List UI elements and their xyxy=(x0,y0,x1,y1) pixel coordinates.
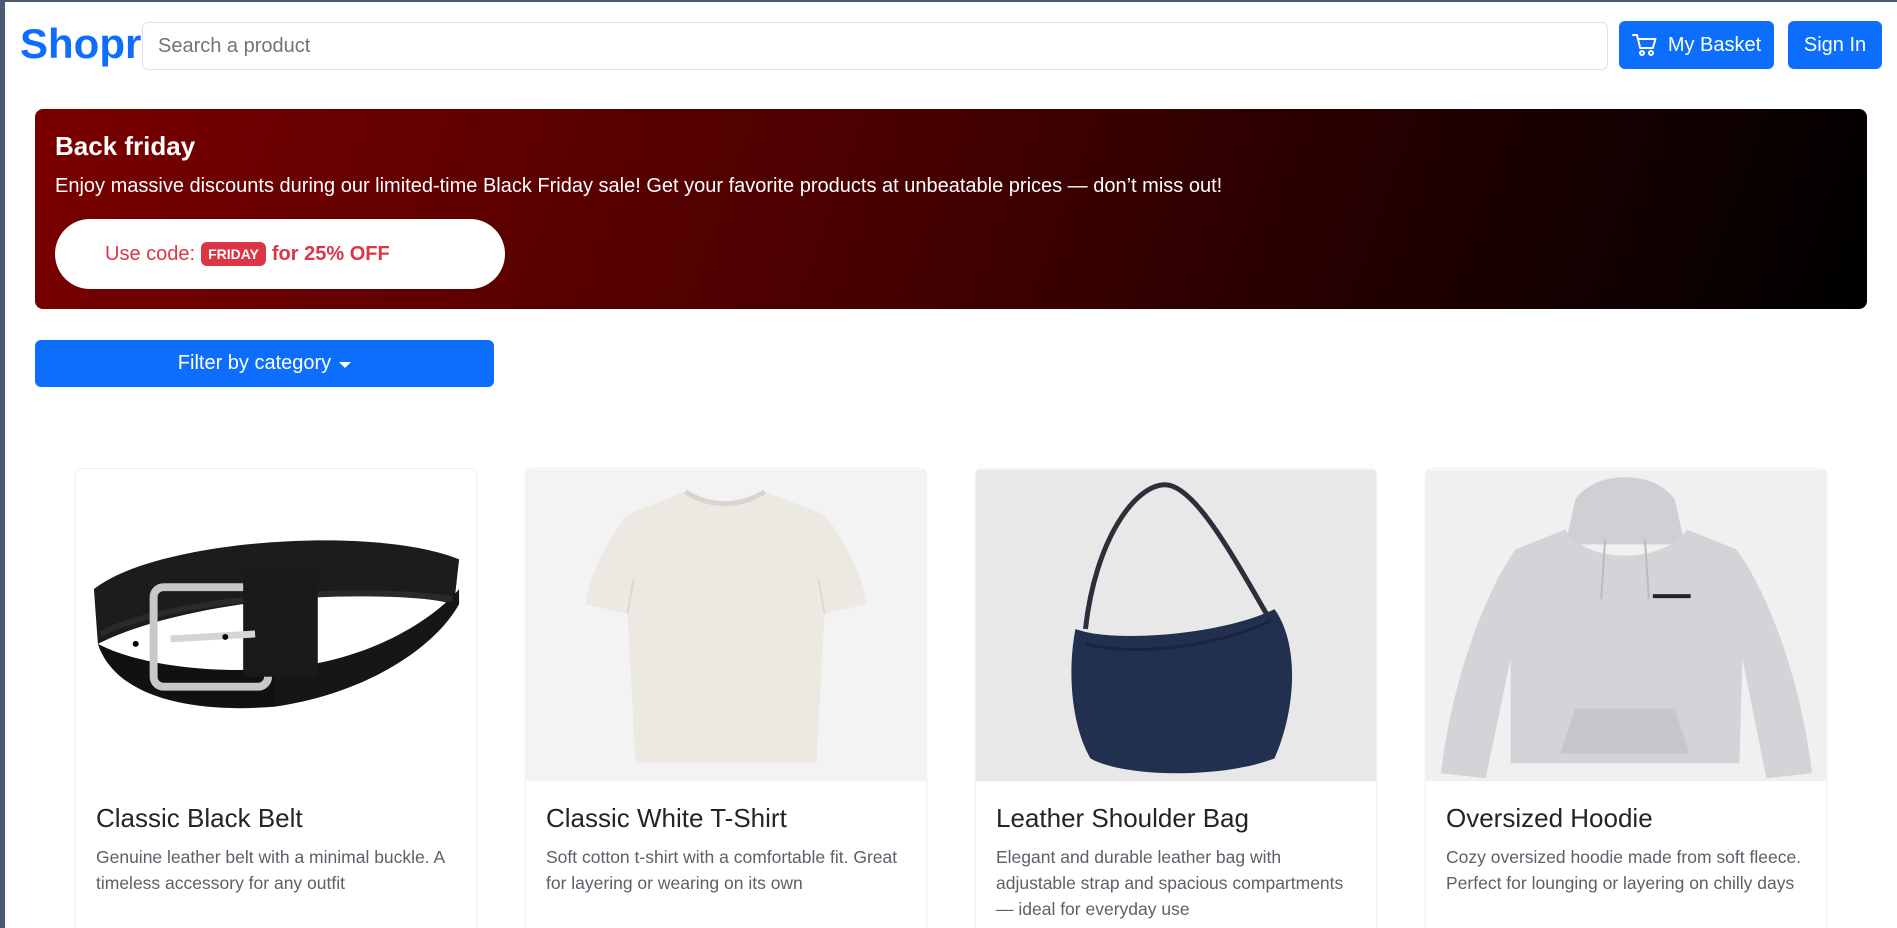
navbar: Shopr My Basket Sign In xyxy=(5,2,1897,90)
my-basket-label: My Basket xyxy=(1667,33,1762,56)
product-image-belt xyxy=(76,469,476,782)
product-card[interactable]: Classic White T-Shirt Soft cotton t-shir… xyxy=(525,468,927,928)
sign-in-label: Sign In xyxy=(1803,33,1867,56)
product-card[interactable]: Oversized Hoodie Cozy oversized hoodie m… xyxy=(1425,468,1827,928)
product-description: Soft cotton t-shirt with a comfortable f… xyxy=(546,847,898,893)
product-description: Elegant and durable leather bag with adj… xyxy=(996,847,1344,919)
caret-down-icon xyxy=(339,361,352,368)
my-basket-button[interactable]: My Basket xyxy=(1619,21,1774,69)
cart-icon xyxy=(1631,34,1657,56)
product-card[interactable]: Leather Shoulder Bag Elegant and durable… xyxy=(975,468,1377,928)
product-card[interactable]: Classic Black Belt Genuine leather belt … xyxy=(75,468,477,928)
brand-logo[interactable]: Shopr xyxy=(20,20,141,68)
sign-in-button[interactable]: Sign In xyxy=(1788,21,1882,69)
product-image-tshirt xyxy=(526,469,926,782)
filter-label: Filter by category xyxy=(177,352,332,374)
search-input[interactable] xyxy=(142,22,1608,70)
product-title[interactable]: Classic White T-Shirt xyxy=(546,803,787,834)
product-title[interactable]: Oversized Hoodie xyxy=(1446,803,1653,834)
promo-banner: Back friday Enjoy massive discounts duri… xyxy=(35,109,1867,309)
product-title[interactable]: Classic Black Belt xyxy=(96,803,303,834)
banner-text: Enjoy massive discounts during our limit… xyxy=(55,175,1223,197)
product-image-hoodie xyxy=(1426,469,1826,782)
filter-by-category-dropdown[interactable]: Filter by category xyxy=(35,340,494,387)
product-description: Genuine leather belt with a minimal buck… xyxy=(96,847,445,893)
promo-suffix: for 25% OFF xyxy=(271,242,390,265)
product-title[interactable]: Leather Shoulder Bag xyxy=(996,803,1249,834)
product-image-bag xyxy=(976,469,1376,782)
promo-code-pill: Use code: FRIDAY for 25% OFF xyxy=(55,219,505,289)
banner-title: Back friday xyxy=(55,131,196,161)
product-description: Cozy oversized hoodie made from soft fle… xyxy=(1446,847,1802,893)
browser-page: Shopr My Basket Sign In Back friday Enjo… xyxy=(5,2,1897,928)
promo-code-badge: FRIDAY xyxy=(201,242,266,266)
promo-prefix: Use code: xyxy=(105,242,196,265)
